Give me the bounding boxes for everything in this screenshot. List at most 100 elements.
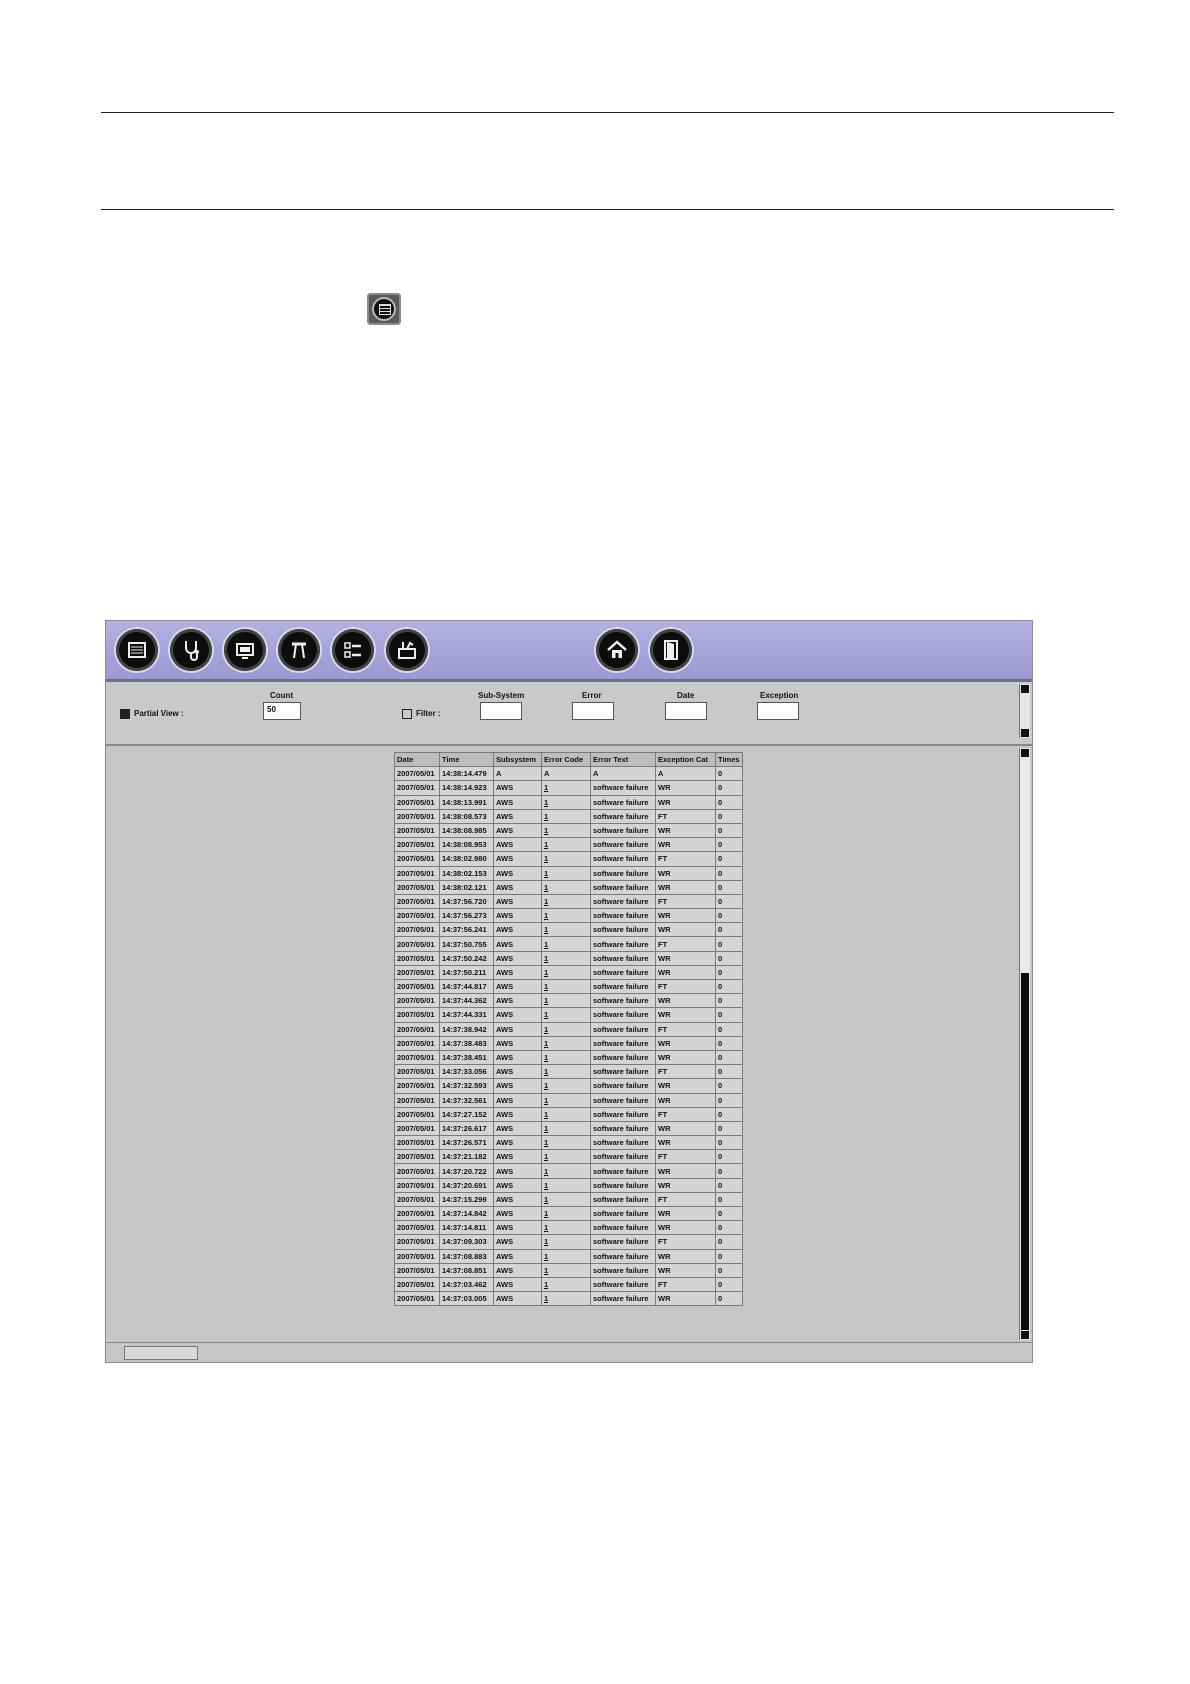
table-row[interactable]: 2007/05/01 14:37:32.593 AWS 1 software failu… [394, 1078, 743, 1094]
cell-subsystem: AWS [493, 1191, 542, 1208]
exception-input[interactable] [757, 702, 799, 720]
column-header-exception-cat[interactable]: Exception Cat [655, 751, 716, 768]
cell-date: 2007/05/01 [394, 794, 440, 810]
cell-exception-cat: WR [655, 964, 716, 981]
count-input[interactable]: 50 [263, 702, 301, 720]
table-row[interactable]: 2007/05/01 14:37:50.211 AWS 1 software failu… [394, 964, 743, 981]
cell-time: 14:37:03.005 [439, 1291, 494, 1307]
column-header-error-code[interactable]: Error Code [541, 751, 591, 768]
table-row[interactable]: 2007/05/01 14:37:50.755 AWS 1 software failu… [394, 936, 743, 952]
scroll-down-arrow-icon[interactable] [1021, 1331, 1029, 1339]
table-row[interactable]: 2007/05/01 14:37:38.942 AWS 1 software failu… [394, 1021, 743, 1037]
vertical-scrollbar[interactable] [1019, 748, 1030, 1340]
horizontal-scroll-thumb[interactable] [124, 1346, 198, 1360]
filter-checkbox[interactable] [402, 709, 412, 719]
tools-button[interactable] [386, 629, 428, 671]
table-row[interactable]: 2007/05/01 14:38:13.991 AWS 1 software failu… [394, 794, 743, 810]
table-row[interactable]: 2007/05/01 14:37:50.242 AWS 1 software failu… [394, 950, 743, 966]
cell-times: 0 [715, 1035, 743, 1051]
scroll-up-arrow-icon[interactable] [1021, 685, 1029, 693]
calibration-button[interactable] [278, 629, 320, 671]
table-row[interactable]: 2007/05/01 14:37:44.817 AWS 1 software failu… [394, 978, 743, 995]
cell-time: 14:37:20.691 [439, 1177, 494, 1193]
table-row[interactable]: 2007/05/01 14:37:20.691 AWS 1 software failu… [394, 1177, 743, 1193]
cell-subsystem: AWS [493, 1078, 542, 1094]
column-header-error-text[interactable]: Error Text [590, 751, 656, 768]
scroll-thumb[interactable] [1021, 973, 1029, 1330]
cell-error-text: software failure [590, 1078, 656, 1094]
cell-times: 0 [715, 1220, 743, 1236]
scroll-down-arrow-icon[interactable] [1021, 729, 1029, 737]
cell-exception-cat: FT [655, 1064, 716, 1080]
column-header-time[interactable]: Time [439, 751, 494, 768]
cell-error-code: 1 [541, 1248, 591, 1264]
table-row[interactable]: 2007/05/01 14:37:33.056 AWS 1 software failu… [394, 1064, 743, 1080]
exit-button[interactable] [650, 629, 692, 671]
cell-times: 0 [715, 1149, 743, 1165]
diagnostics-button[interactable] [170, 629, 212, 671]
cell-error-text: software failure [590, 879, 656, 895]
horizontal-scrollbar[interactable] [106, 1342, 1032, 1361]
cell-error-text: software failure [590, 1291, 656, 1307]
table-row[interactable]: 2007/05/01 14:37:09.303 AWS 1 software failu… [394, 1234, 743, 1250]
cell-subsystem: AWS [493, 936, 542, 952]
partial-view-checkbox[interactable] [120, 709, 130, 719]
table-row[interactable]: 2007/05/01 14:37:26.617 AWS 1 software failu… [394, 1120, 743, 1137]
date-input[interactable] [665, 702, 707, 720]
cell-error-code: 1 [541, 1021, 591, 1037]
cell-error-code: 1 [541, 1291, 591, 1307]
cell-time: 14:37:56.720 [439, 893, 494, 910]
monitor-button[interactable] [224, 629, 266, 671]
table-row[interactable]: 2007/05/01 14:38:02.980 AWS 1 software failu… [394, 851, 743, 867]
cell-time: 14:37:32.593 [439, 1078, 494, 1094]
table-row[interactable]: 2007/05/01 14:38:02.153 AWS 1 software failu… [394, 865, 743, 881]
table-row[interactable]: 2007/05/01 14:37:03.005 AWS 1 software failu… [394, 1291, 743, 1307]
cell-error-text: software failure [590, 794, 656, 810]
filter-label: Filter : [416, 709, 441, 718]
table-row[interactable]: 2007/05/01 14:37:08.883 AWS 1 software failu… [394, 1248, 743, 1264]
table-row[interactable]: 2007/05/01 14:38:08.953 AWS 1 software failu… [394, 837, 743, 853]
table-row[interactable]: 2007/05/01 14:38:08.985 AWS 1 software failu… [394, 822, 743, 839]
cell-times: 0 [715, 837, 743, 853]
table-row[interactable]: 2007/05/01 14:37:44.362 AWS 1 software failu… [394, 993, 743, 1009]
table-row[interactable]: 2007/05/01 14:37:03.462 AWS 1 software failu… [394, 1276, 743, 1293]
scroll-up-arrow-icon[interactable] [1021, 749, 1029, 757]
cell-date: 2007/05/01 [394, 1035, 440, 1051]
table-row[interactable]: 2007/05/01 14:38:02.121 AWS 1 software failu… [394, 879, 743, 895]
checklist-button[interactable] [332, 629, 374, 671]
table-row[interactable]: 2007/05/01 14:37:27.152 AWS 1 software failu… [394, 1106, 743, 1122]
cell-time: 14:38:08.985 [439, 822, 494, 839]
table-row[interactable]: 2007/05/01 14:38:14.479 A A A A 0 [394, 766, 743, 782]
table-row[interactable]: 2007/05/01 14:37:20.722 AWS 1 software failu… [394, 1163, 743, 1179]
table-row[interactable]: 2007/05/01 14:37:14.842 AWS 1 software failu… [394, 1205, 743, 1222]
table-row[interactable]: 2007/05/01 14:37:56.273 AWS 1 software failu… [394, 908, 743, 924]
subsystem-input[interactable] [480, 702, 522, 720]
cell-exception-cat: WR [655, 1120, 716, 1137]
column-header-times[interactable]: Times [715, 751, 743, 768]
table-row[interactable]: 2007/05/01 14:37:26.571 AWS 1 software failu… [394, 1135, 743, 1151]
cell-error-text: software failure [590, 780, 656, 796]
error-input[interactable] [572, 702, 614, 720]
table-row[interactable]: 2007/05/01 14:38:08.573 AWS 1 software failu… [394, 808, 743, 824]
table-row[interactable]: 2007/05/01 14:37:21.182 AWS 1 software failu… [394, 1149, 743, 1165]
list-view-button[interactable] [116, 629, 158, 671]
home-button[interactable] [596, 629, 638, 671]
cell-subsystem: AWS [493, 1276, 542, 1293]
table-row[interactable]: 2007/05/01 14:37:32.561 AWS 1 software failu… [394, 1092, 743, 1108]
table-row[interactable]: 2007/05/01 14:37:56.241 AWS 1 software failu… [394, 922, 743, 938]
table-row[interactable]: 2007/05/01 14:37:15.299 AWS 1 software failu… [394, 1191, 743, 1208]
cell-error-text: software failure [590, 908, 656, 924]
table-row[interactable]: 2007/05/01 14:37:14.811 AWS 1 software failu… [394, 1220, 743, 1236]
table-row[interactable]: 2007/05/01 14:37:38.451 AWS 1 software failu… [394, 1049, 743, 1066]
table-row[interactable]: 2007/05/01 14:37:08.851 AWS 1 software failu… [394, 1262, 743, 1278]
table-row[interactable]: 2007/05/01 14:37:38.483 AWS 1 software failu… [394, 1035, 743, 1051]
cell-times: 0 [715, 851, 743, 867]
table-row[interactable]: 2007/05/01 14:37:56.720 AWS 1 software failu… [394, 893, 743, 910]
column-header-date[interactable]: Date [394, 751, 440, 768]
filter-scrollbar[interactable] [1019, 684, 1030, 738]
cell-exception-cat: WR [655, 1035, 716, 1051]
column-header-subsystem[interactable]: Subsystem [493, 751, 542, 768]
table-row[interactable]: 2007/05/01 14:38:14.923 AWS 1 software failu… [394, 780, 743, 796]
partial-view-label: Partial View : [134, 709, 184, 718]
table-row[interactable]: 2007/05/01 14:37:44.331 AWS 1 software failu… [394, 1007, 743, 1023]
